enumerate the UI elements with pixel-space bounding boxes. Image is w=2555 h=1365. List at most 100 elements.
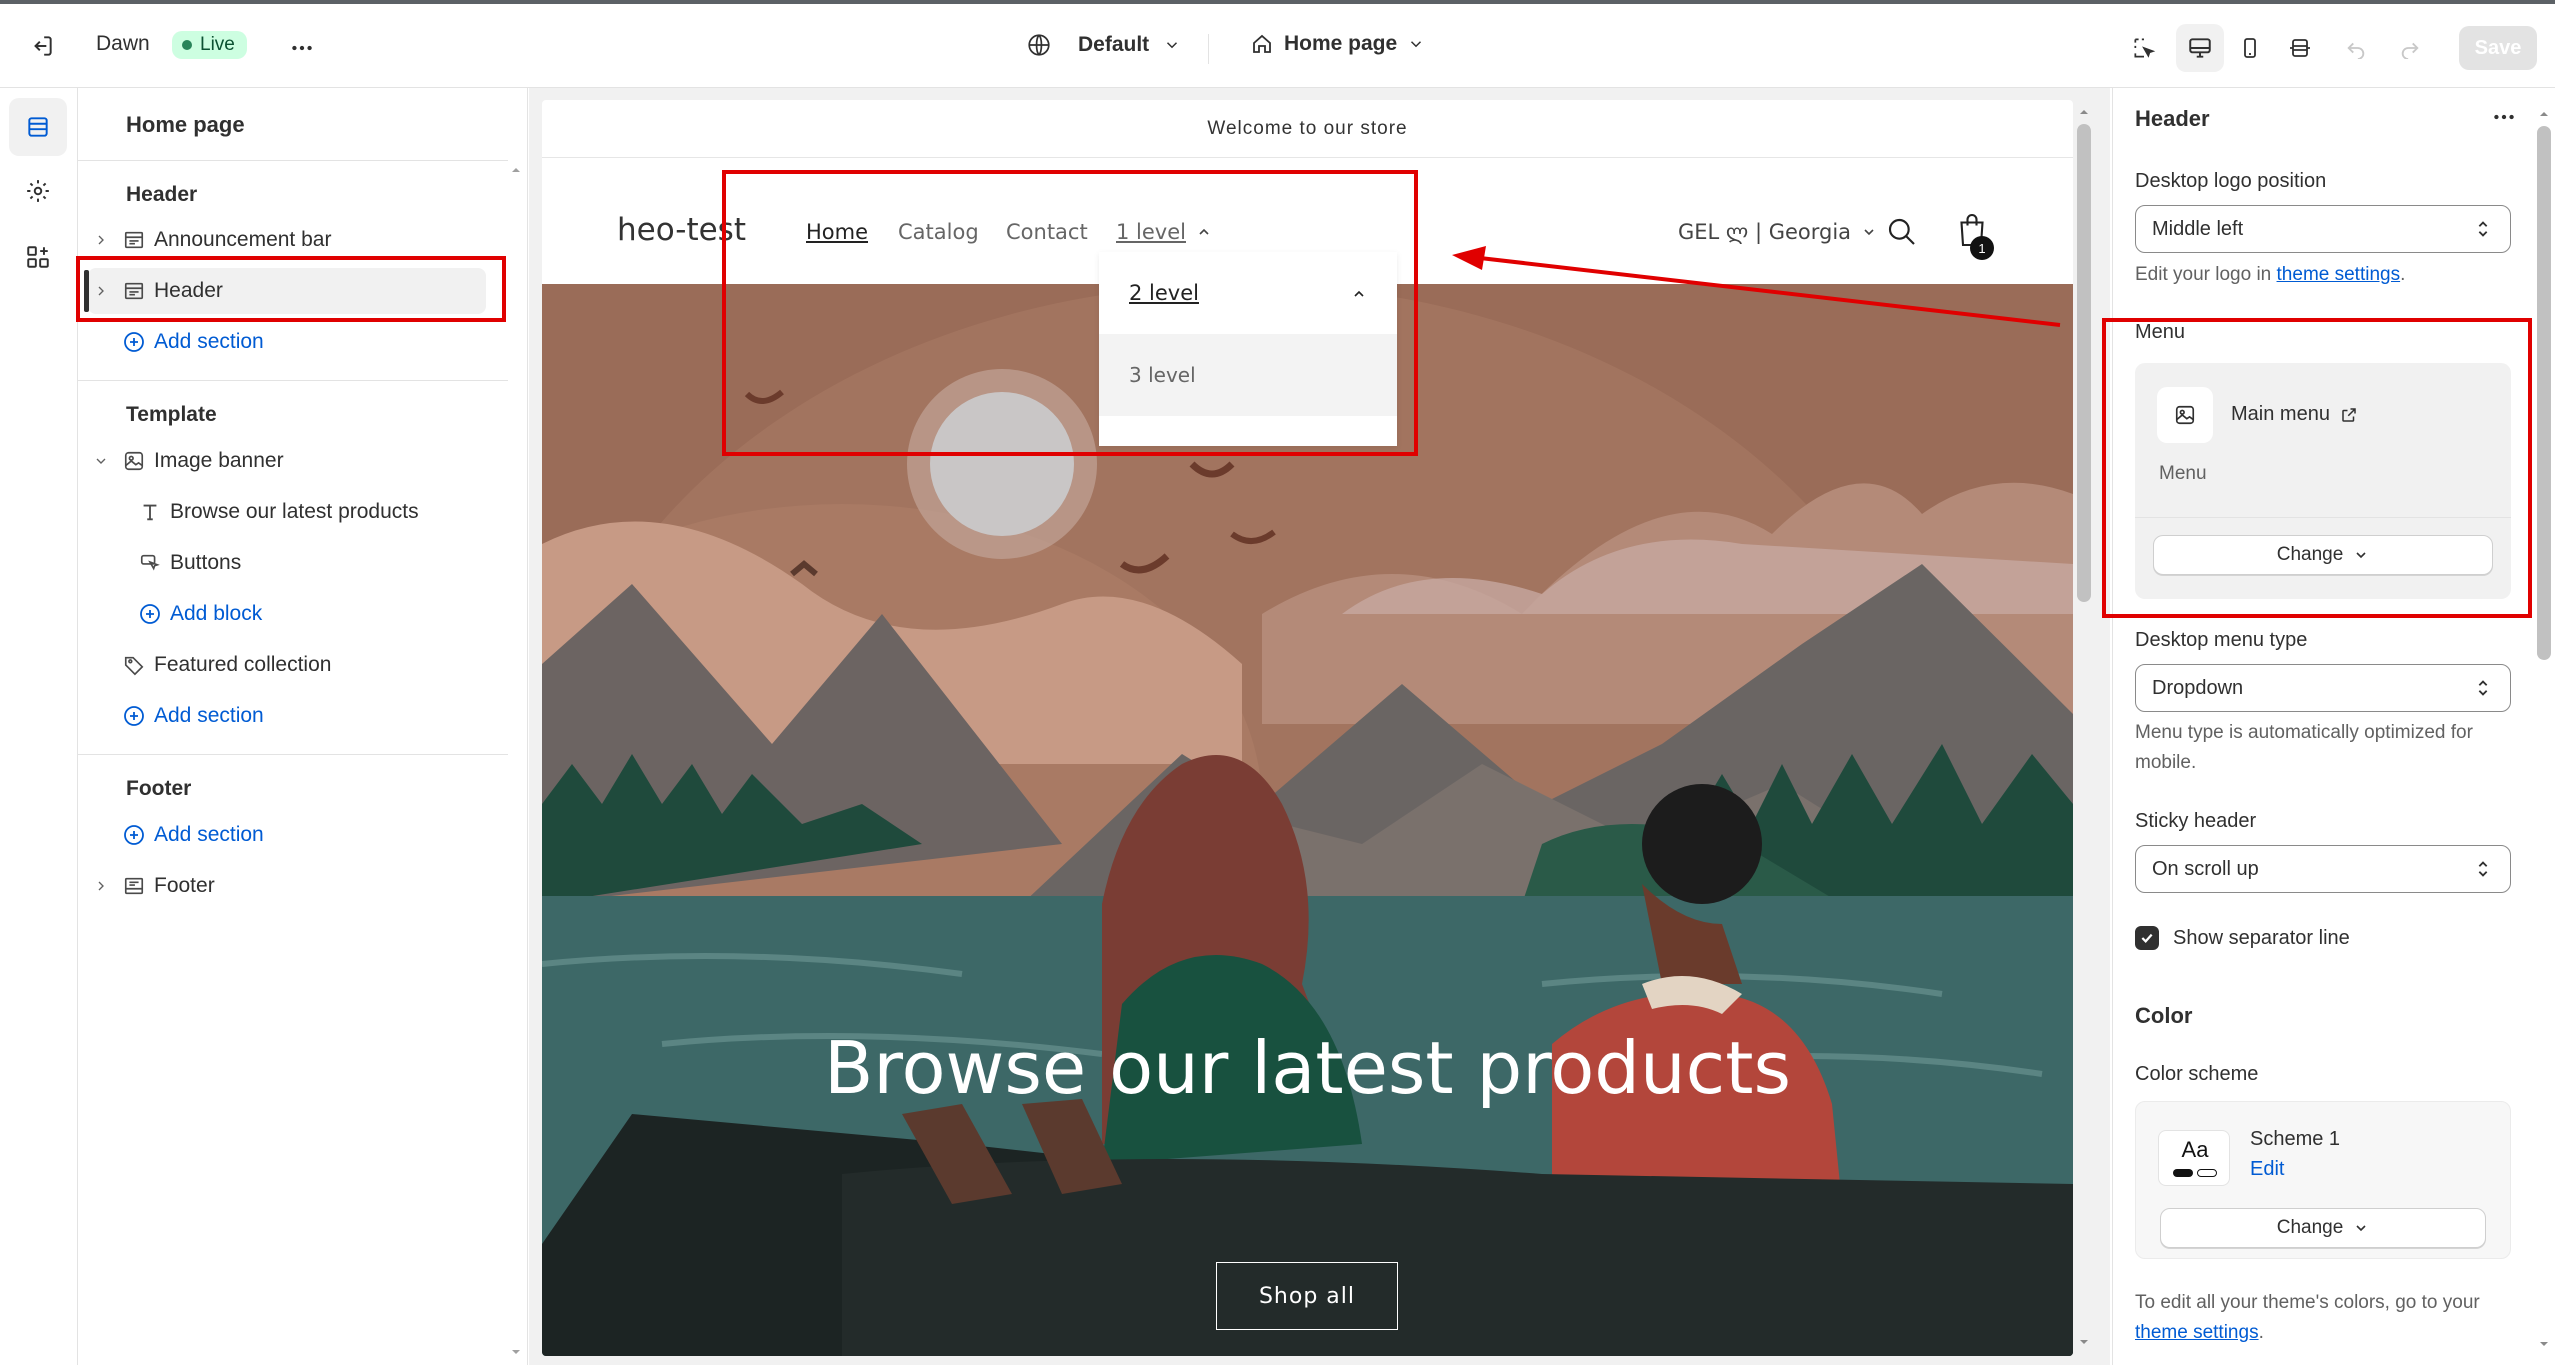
menu-type-select[interactable]: Dropdown: [2135, 664, 2511, 712]
settings-panel: Header Desktop logo position Middle left…: [2112, 88, 2555, 1365]
block-label: Browse our latest products: [170, 500, 419, 523]
live-badge-label: Live: [200, 34, 235, 55]
select-arrows-icon: [2478, 221, 2488, 237]
add-block-label: Add block: [170, 602, 263, 625]
settings-scrollbar-thumb[interactable]: [2537, 126, 2551, 660]
menu-type-label: Desktop menu type: [2135, 629, 2308, 651]
select-arrows-icon: [2478, 680, 2488, 696]
banner-heading: Browse our latest products: [824, 1026, 1791, 1110]
plus-circle-icon: [124, 825, 144, 845]
exit-icon[interactable]: [18, 22, 66, 70]
add-block-button[interactable]: Add block: [88, 591, 486, 637]
theme-name: Dawn: [96, 32, 150, 55]
text-icon: [143, 504, 157, 521]
add-section-label: Add section: [154, 823, 264, 846]
footer-layout-icon: [124, 877, 144, 895]
more-horizontal-icon[interactable]: [278, 24, 326, 72]
help-suffix: .: [2258, 1322, 2264, 1343]
redo-icon[interactable]: [2386, 24, 2434, 72]
separator-label: Show separator line: [2173, 926, 2350, 949]
add-section-footer-button[interactable]: Add section: [88, 812, 486, 858]
topbar-divider: [1208, 34, 1209, 64]
block-buttons[interactable]: Buttons: [88, 540, 486, 586]
plus-circle-icon: [124, 332, 144, 352]
section-label: Featured collection: [154, 653, 332, 676]
scroll-down-arrow-icon[interactable]: [2538, 1338, 2550, 1350]
separator-checkbox[interactable]: [2135, 926, 2159, 950]
settings-title: Header: [2135, 106, 2210, 131]
scroll-up-arrow-icon[interactable]: [510, 164, 522, 176]
home-icon: [1253, 34, 1271, 53]
inspector-icon[interactable]: [2120, 24, 2168, 72]
plus-circle-icon: [140, 604, 160, 624]
block-browse[interactable]: Browse our latest products: [88, 489, 486, 535]
select-value: Middle left: [2152, 217, 2244, 240]
theme-settings-link[interactable]: theme settings: [2277, 264, 2401, 285]
chevron-down-icon[interactable]: [93, 453, 109, 469]
sticky-header-label: Sticky header: [2135, 810, 2257, 832]
scroll-down-arrow-icon[interactable]: [2078, 1336, 2090, 1348]
divider: [78, 754, 508, 755]
section-label: Footer: [154, 874, 215, 897]
chevron-right-icon[interactable]: [93, 878, 109, 894]
section-featured-collection[interactable]: Featured collection: [88, 642, 486, 688]
add-section-template-button[interactable]: Add section: [88, 693, 486, 739]
logo-position-select[interactable]: Middle left: [2135, 205, 2511, 253]
scroll-up-arrow-icon[interactable]: [2538, 108, 2550, 120]
globe-icon: [1028, 34, 1050, 56]
theme-settings-link[interactable]: theme settings: [2135, 1322, 2259, 1343]
section-image-banner[interactable]: Image banner: [88, 438, 486, 484]
chevron-down-icon: [2356, 1225, 2366, 1232]
live-dot-icon: [182, 40, 192, 50]
page-selector[interactable]: Home page: [1250, 32, 1425, 56]
divider: [78, 160, 508, 161]
group-template-title: Template: [126, 403, 217, 426]
section-footer[interactable]: Footer: [88, 863, 486, 909]
group-footer-title: Footer: [126, 777, 192, 800]
chevron-down-icon: [1411, 41, 1422, 48]
tag-icon: [124, 656, 144, 676]
undo-icon[interactable]: [2332, 24, 2380, 72]
scheme-change-button[interactable]: Change: [2160, 1208, 2486, 1248]
group-header-title: Header: [126, 183, 198, 206]
section-label: Image banner: [154, 449, 284, 472]
chevron-down-icon: [1864, 229, 1874, 236]
scroll-down-arrow-icon[interactable]: [510, 1346, 522, 1358]
section-layout-icon: [124, 231, 144, 249]
live-badge: Live: [172, 31, 247, 59]
swatch-text: Aa: [2181, 1137, 2209, 1162]
mobile-icon[interactable]: [2226, 24, 2274, 72]
separator-checkbox-row[interactable]: Show separator line: [2135, 926, 2350, 950]
page-title: Home page: [126, 112, 245, 137]
logo-position-label: Desktop logo position: [2135, 170, 2327, 192]
change-label: Change: [2276, 1217, 2344, 1238]
swatch-primary: [2173, 1169, 2193, 1177]
fullwidth-icon[interactable]: [2276, 24, 2324, 72]
more-horizontal-icon[interactable]: [2491, 104, 2517, 130]
add-section-header-button[interactable]: Add section: [88, 319, 486, 365]
scheme-swatch[interactable]: Aa: [2158, 1130, 2230, 1186]
sticky-header-select[interactable]: On scroll up: [2135, 845, 2511, 893]
save-button[interactable]: Save: [2459, 26, 2537, 70]
announcement-bar[interactable]: Welcome to our store: [542, 100, 2073, 158]
annotation-arrow-icon: [1452, 246, 2061, 327]
shop-all-button[interactable]: Shop all: [1216, 1262, 1398, 1330]
select-value: Dropdown: [2152, 676, 2244, 699]
checkmark-icon: [2141, 933, 2153, 943]
chevron-down-icon: [1167, 42, 1178, 49]
apps-icon[interactable]: [9, 228, 67, 286]
image-icon: [124, 451, 144, 471]
preview-scrollbar-thumb[interactable]: [2077, 124, 2091, 602]
sections-icon[interactable]: [9, 98, 67, 156]
scroll-up-arrow-icon[interactable]: [2078, 106, 2090, 118]
scheme-edit-link[interactable]: Edit: [2250, 1158, 2284, 1181]
color-scheme-label: Color scheme: [2135, 1063, 2259, 1085]
desktop-icon[interactable]: [2176, 24, 2224, 72]
logo-help-text: Edit your logo in theme settings.: [2135, 260, 2525, 290]
divider: [78, 380, 508, 381]
gear-icon[interactable]: [9, 162, 67, 220]
language-selector[interactable]: Default: [1026, 32, 1181, 58]
chevron-right-icon[interactable]: [93, 232, 109, 248]
annotation-box-dropdown: [722, 170, 1418, 456]
swatch-secondary: [2197, 1169, 2217, 1177]
